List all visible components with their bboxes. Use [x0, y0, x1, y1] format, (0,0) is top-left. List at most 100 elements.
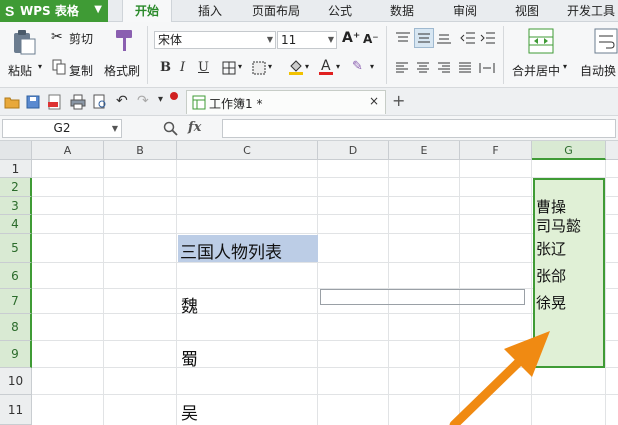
tab-review[interactable]: 审阅: [443, 0, 487, 22]
column-header-g[interactable]: G: [532, 141, 606, 160]
row-header-4[interactable]: 4: [0, 215, 32, 234]
cell-g7[interactable]: 徐晃: [536, 292, 566, 313]
undo-icon[interactable]: ↶: [116, 93, 128, 109]
paste-icon[interactable]: [10, 28, 38, 56]
row-header-10[interactable]: 10: [0, 368, 32, 395]
column-header-c[interactable]: C: [177, 141, 318, 160]
cell-style-icon[interactable]: [252, 61, 266, 75]
align-bottom-icon[interactable]: [436, 31, 452, 45]
bold-icon[interactable]: B: [160, 60, 171, 75]
cell-g4[interactable]: 司马懿: [536, 215, 581, 236]
new-tab-icon[interactable]: +: [392, 91, 405, 110]
align-right-icon[interactable]: [437, 62, 451, 74]
column-header-d[interactable]: D: [318, 141, 389, 160]
font-name-select[interactable]: 宋体 ▼: [154, 31, 276, 49]
export-pdf-icon[interactable]: [47, 94, 63, 110]
scissors-icon[interactable]: ✂: [51, 29, 63, 45]
ribbon-divider: [147, 26, 148, 84]
redo-icon[interactable]: ↷: [137, 93, 149, 109]
distributed-align-icon[interactable]: [479, 62, 495, 74]
cell-g3[interactable]: 曹操: [536, 196, 566, 217]
font-color-dropdown-icon[interactable]: ▾: [336, 62, 340, 71]
align-middle-button[interactable]: [414, 28, 434, 48]
column-header-b[interactable]: B: [104, 141, 177, 160]
row-header-3[interactable]: 3: [0, 197, 32, 215]
tab-formulas[interactable]: 公式: [318, 0, 362, 22]
paste-dropdown-icon[interactable]: ▾: [38, 62, 42, 71]
tab-data[interactable]: 数据: [380, 0, 424, 22]
app-menu-button[interactable]: S WPS 表格 ▼: [0, 0, 108, 22]
cell-c5[interactable]: 三国人物列表: [180, 238, 282, 263]
print-preview-icon[interactable]: [92, 94, 108, 110]
cell-g5[interactable]: 张辽: [536, 238, 566, 259]
align-center-icon[interactable]: [416, 62, 430, 74]
fill-color-dropdown-icon[interactable]: ▾: [305, 62, 309, 71]
name-box[interactable]: G2 ▼: [2, 119, 122, 138]
italic-icon[interactable]: I: [180, 60, 185, 75]
customize-toolbar-icon[interactable]: ▾: [158, 94, 163, 105]
fill-color-icon[interactable]: [288, 58, 304, 76]
clear-format-dropdown-icon[interactable]: ▾: [370, 62, 374, 71]
tab-insert[interactable]: 插入: [185, 0, 235, 22]
tab-home[interactable]: 开始: [122, 0, 172, 22]
font-color-icon[interactable]: A: [318, 57, 334, 76]
zoom-icon[interactable]: [163, 121, 178, 136]
column-header-h[interactable]: [606, 141, 618, 160]
column-header-a[interactable]: A: [32, 141, 104, 160]
paste-button-label[interactable]: 粘贴: [8, 62, 32, 79]
merge-center-icon[interactable]: [528, 28, 554, 54]
cell-style-dropdown-icon[interactable]: ▾: [268, 62, 272, 71]
cell-editor-box[interactable]: [320, 289, 525, 305]
column-header-f[interactable]: F: [460, 141, 532, 160]
select-all-corner[interactable]: [0, 141, 32, 160]
wrap-text-button[interactable]: 自动换: [580, 62, 616, 79]
copy-button[interactable]: 复制: [69, 62, 93, 79]
print-icon[interactable]: [70, 94, 86, 110]
column-header-e[interactable]: E: [389, 141, 460, 160]
justify-icon[interactable]: [458, 62, 472, 74]
format-painter-button[interactable]: 格式刷: [104, 62, 140, 79]
tab-view[interactable]: 视图: [505, 0, 549, 22]
annotation-arrow-icon: [449, 331, 550, 425]
insert-function-icon[interactable]: fx: [188, 120, 201, 135]
cell-c9[interactable]: 蜀: [181, 345, 198, 370]
wrap-text-icon[interactable]: [594, 28, 618, 54]
align-top-icon[interactable]: [395, 31, 411, 45]
increase-indent-icon[interactable]: [480, 31, 496, 45]
spreadsheet-grid[interactable]: A B C D E F G 1 2 3 4 5 6 7 8 9 10 11 三国…: [0, 141, 618, 425]
open-folder-icon[interactable]: [4, 95, 20, 109]
document-tab[interactable]: 工作簿1 * ×: [186, 90, 386, 114]
border-dropdown-icon[interactable]: ▾: [238, 62, 242, 71]
row-header-2[interactable]: 2: [0, 178, 32, 197]
formula-input[interactable]: [222, 119, 616, 138]
row-header-11[interactable]: 11: [0, 395, 32, 425]
align-left-icon[interactable]: [395, 62, 409, 74]
tab-page-layout[interactable]: 页面布局: [245, 0, 307, 22]
svg-text:A: A: [321, 58, 331, 74]
border-icon[interactable]: [222, 61, 236, 75]
copy-icon[interactable]: [52, 59, 66, 75]
merge-center-button[interactable]: 合并居中: [512, 62, 560, 79]
home-ribbon: 粘贴 ▾ ✂ 剪切 复制 格式刷 宋体 ▼ 11 ▼ A⁺ A⁻ B I U ▾…: [0, 22, 618, 88]
row-header-1[interactable]: 1: [0, 160, 32, 178]
cell-g6[interactable]: 张郃: [536, 265, 566, 286]
row-header-9[interactable]: 9: [0, 341, 32, 368]
save-icon[interactable]: [26, 95, 40, 109]
close-tab-icon[interactable]: ×: [369, 94, 379, 108]
grow-font-icon[interactable]: A⁺: [342, 30, 360, 46]
format-painter-icon[interactable]: [112, 28, 136, 54]
underline-icon[interactable]: U: [198, 60, 209, 75]
tab-developer[interactable]: 开发工具: [563, 0, 618, 22]
row-header-8[interactable]: 8: [0, 314, 32, 341]
shrink-font-icon[interactable]: A⁻: [363, 32, 379, 46]
cut-button[interactable]: 剪切: [69, 30, 93, 47]
row-header-6[interactable]: 6: [0, 263, 32, 289]
merge-center-dropdown-icon[interactable]: ▾: [563, 62, 567, 71]
font-size-select[interactable]: 11 ▼: [277, 31, 337, 49]
row-header-5[interactable]: 5: [0, 234, 32, 263]
cell-c11[interactable]: 吴: [181, 399, 198, 424]
cell-c7[interactable]: 魏: [181, 292, 198, 317]
clear-format-icon[interactable]: ✎: [352, 59, 363, 74]
row-header-7[interactable]: 7: [0, 289, 32, 314]
decrease-indent-icon[interactable]: [460, 31, 476, 45]
